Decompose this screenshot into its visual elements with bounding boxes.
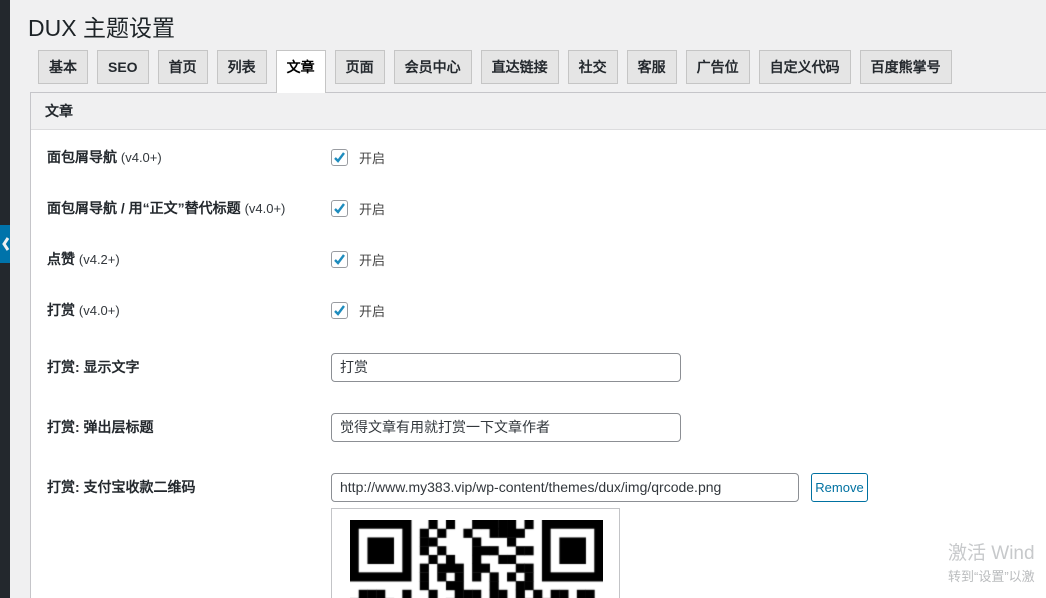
article-settings-panel: 文章 面包屑导航 (v4.0+) 开启 面包屑导航 / 用“正文”替代标题 (v…	[30, 92, 1046, 598]
tab-baidu-xiongzhang[interactable]: 百度熊掌号	[860, 50, 952, 84]
breadcrumb-title-checkbox[interactable]	[331, 200, 348, 217]
checkmark-icon	[333, 151, 346, 164]
checkmark-icon	[333, 253, 346, 266]
windows-activation-watermark-line2: 转到“设置”以激	[948, 566, 1035, 585]
page-title: DUX 主题设置	[28, 9, 175, 43]
setting-label-text: 打赏	[47, 302, 75, 318]
tab-custom-code[interactable]: 自定义代码	[759, 50, 851, 84]
tab-social[interactable]: 社交	[568, 50, 618, 84]
reward-checkbox[interactable]	[331, 302, 348, 319]
setting-label: 点赞 (v4.2+)	[47, 245, 120, 273]
settings-tabbar: 基本 SEO 首页 列表 文章 页面 会员中心 直达链接 社交 客服 广告位 自…	[38, 50, 961, 93]
setting-label: 打赏 (v4.0+)	[47, 296, 120, 324]
setting-version: (v4.0+)	[245, 201, 286, 216]
setting-row-alipay-qrcode: 打赏: 支付宝收款二维码 Remove	[31, 473, 1031, 501]
tab-page[interactable]: 页面	[335, 50, 385, 84]
breadcrumb-checkbox[interactable]	[331, 149, 348, 166]
tab-ads[interactable]: 广告位	[686, 50, 750, 84]
tab-list[interactable]: 列表	[217, 50, 267, 84]
admin-sidebar-strip	[0, 0, 10, 598]
setting-row-reward-popup-title: 打赏: 弹出层标题	[31, 413, 1031, 441]
setting-label-text: 面包屑导航	[47, 149, 117, 165]
collapse-menu-button[interactable]	[0, 225, 10, 263]
tab-member-center[interactable]: 会员中心	[394, 50, 472, 84]
toggle-status-label: 开启	[359, 301, 385, 320]
chevron-left-icon	[0, 225, 10, 263]
reward-popup-title-input[interactable]	[331, 413, 681, 442]
toggle-status-label: 开启	[359, 250, 385, 269]
remove-image-button[interactable]: Remove	[811, 473, 868, 502]
qrcode-preview-box	[331, 508, 620, 598]
setting-version: (v4.0+)	[121, 150, 162, 165]
setting-row-like: 点赞 (v4.2+) 开启	[31, 245, 1031, 273]
setting-label: 打赏: 弹出层标题	[47, 413, 154, 441]
setting-row-breadcrumb-title: 面包屑导航 / 用“正文”替代标题 (v4.0+) 开启	[31, 194, 1031, 222]
toggle-status-label: 开启	[359, 148, 385, 167]
tab-article[interactable]: 文章	[276, 50, 326, 93]
windows-activation-watermark-line1: 激活 Wind	[948, 538, 1035, 565]
setting-label: 面包屑导航 / 用“正文”替代标题 (v4.0+)	[47, 194, 285, 222]
setting-label-text: 面包屑导航 / 用“正文”替代标题	[47, 200, 241, 216]
checkmark-icon	[333, 304, 346, 317]
setting-label-text: 点赞	[47, 251, 75, 267]
checkmark-icon	[333, 202, 346, 215]
setting-label: 打赏: 显示文字	[47, 353, 140, 381]
tab-basic[interactable]: 基本	[38, 50, 88, 84]
setting-row-reward-text: 打赏: 显示文字	[31, 353, 1031, 381]
setting-version: (v4.0+)	[79, 303, 120, 318]
setting-row-breadcrumb: 面包屑导航 (v4.0+) 开启	[31, 143, 1031, 171]
tab-home[interactable]: 首页	[158, 50, 208, 84]
tab-direct-links[interactable]: 直达链接	[481, 50, 559, 84]
setting-label: 打赏: 支付宝收款二维码	[47, 473, 196, 501]
like-checkbox[interactable]	[331, 251, 348, 268]
setting-label: 面包屑导航 (v4.0+)	[47, 143, 162, 171]
tab-seo[interactable]: SEO	[97, 50, 149, 84]
tab-support[interactable]: 客服	[627, 50, 677, 84]
setting-version: (v4.2+)	[79, 252, 120, 267]
setting-row-reward: 打赏 (v4.0+) 开启	[31, 296, 1031, 324]
qrcode-image	[350, 520, 603, 598]
alipay-qrcode-url-input[interactable]	[331, 473, 799, 502]
panel-header: 文章	[31, 93, 1046, 130]
reward-text-input[interactable]	[331, 353, 681, 382]
toggle-status-label: 开启	[359, 199, 385, 218]
